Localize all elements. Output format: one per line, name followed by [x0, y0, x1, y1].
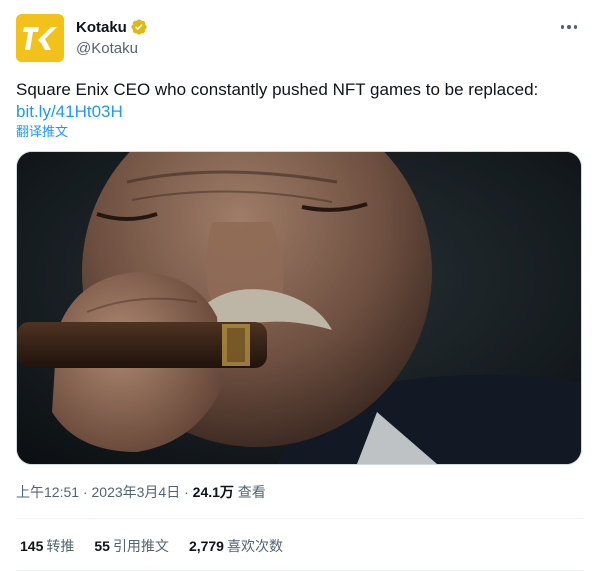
author-name[interactable]: Kotaku [76, 19, 127, 36]
likes-stat[interactable]: 2,779 喜欢次数 [189, 536, 283, 556]
likes-count: 2,779 [188, 538, 224, 554]
views-count: 24.1万 [192, 484, 234, 500]
tweet-date[interactable]: 2023年3月4日 [92, 484, 181, 500]
views-label: 查看 [233, 484, 266, 500]
meta-separator: · [79, 484, 92, 500]
kotaku-logo-icon [16, 14, 64, 62]
tweet-stats: 145 转推 55 引用推文 2,779 喜欢次数 [20, 536, 303, 556]
quote-tweets-stat[interactable]: 55 引用推文 [94, 536, 169, 556]
tweet-image[interactable] [16, 151, 582, 465]
more-options-icon [560, 25, 565, 29]
tweet-link[interactable]: bit.ly/41Ht03H [16, 101, 586, 123]
avatar[interactable] [16, 14, 64, 62]
divider-top [16, 518, 584, 519]
meta-separator-2: · [180, 484, 193, 500]
tweet-text: Square Enix CEO who constantly pushed NF… [16, 79, 586, 123]
retweets-label: 转推 [46, 538, 75, 554]
more-options-button[interactable] [556, 16, 582, 38]
likes-label: 喜欢次数 [226, 538, 283, 554]
tweet-meta: 上午12:51 · 2023年3月4日 · 24.1万 查看 [16, 482, 266, 502]
translate-tweet-link[interactable]: 翻译推文 [16, 121, 68, 140]
author-handle[interactable]: @Kotaku [76, 40, 148, 57]
divider-bottom [16, 570, 584, 571]
retweets-count: 145 [20, 538, 44, 554]
tweet-body: Square Enix CEO who constantly pushed NF… [16, 80, 539, 99]
quote-tweets-count: 55 [94, 538, 110, 554]
tweet-time[interactable]: 上午12:51 [16, 484, 79, 500]
quote-tweets-label: 引用推文 [112, 538, 169, 554]
tweet-card: Kotaku @Kotaku Square Enix CEO who const… [0, 0, 600, 572]
author-info: Kotaku @Kotaku [76, 17, 148, 57]
retweets-stat[interactable]: 145 转推 [20, 536, 74, 556]
verified-badge-icon [131, 19, 147, 35]
photo-icon [17, 152, 581, 464]
